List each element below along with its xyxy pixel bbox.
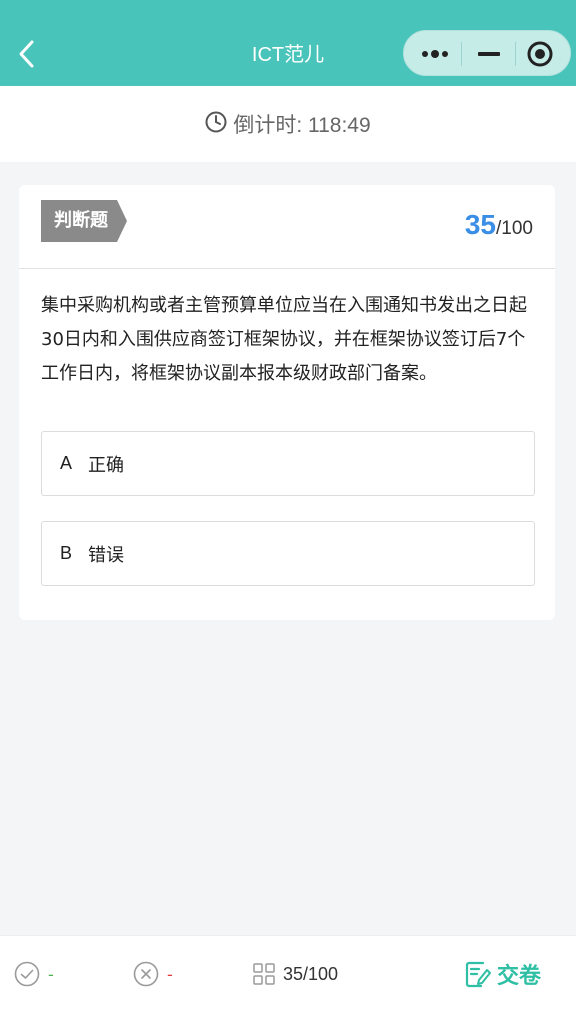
close-target-icon	[527, 41, 553, 67]
total-questions: /100	[496, 218, 533, 239]
current-question-number: 35	[464, 209, 497, 240]
option-text: 错误	[88, 544, 124, 566]
grid-icon	[253, 963, 275, 985]
submit-button[interactable]: 交卷	[465, 936, 541, 1011]
app-header: ICT范儿	[0, 0, 576, 86]
bottom-bar: - - 35/100 交卷	[0, 935, 576, 1011]
wrong-count[interactable]: -	[133, 936, 173, 1011]
question-card: 判断题 35/100 集中采购机构或者主管预算单位应当在入围通知书发出之日起30…	[19, 185, 555, 620]
question-counter: 35/100	[465, 209, 533, 241]
card-divider	[19, 268, 555, 269]
minimize-icon	[478, 52, 500, 56]
answer-sheet-button[interactable]: 35/100	[253, 936, 338, 1011]
question-type-label: 判断题	[54, 210, 108, 231]
submit-label: 交卷	[497, 964, 542, 989]
more-dots-icon	[422, 50, 448, 58]
question-text: 集中采购机构或者主管预算单位应当在入围通知书发出之日起30日内和入围供应商签订框…	[41, 295, 527, 384]
x-circle-icon	[133, 961, 159, 987]
more-button[interactable]	[407, 31, 463, 77]
minimize-button[interactable]	[461, 31, 517, 77]
option-b[interactable]: B 错误	[41, 521, 535, 586]
close-program-button[interactable]	[512, 31, 568, 77]
correct-count[interactable]: -	[14, 936, 54, 1011]
clock-icon	[205, 111, 227, 133]
option-text: 正确	[88, 454, 124, 476]
countdown-text: 倒计时: 118:49	[233, 114, 371, 137]
check-circle-icon	[14, 961, 40, 987]
question-type-badge: 判断题	[41, 200, 127, 242]
wrong-count-value: -	[167, 964, 173, 984]
mini-program-capsule	[403, 30, 571, 76]
countdown-bar: 倒计时: 118:49	[0, 86, 576, 162]
progress-text: 35/100	[283, 963, 339, 984]
option-a[interactable]: A 正确	[41, 431, 535, 496]
correct-count-value: -	[48, 964, 54, 984]
option-letter: A	[60, 453, 73, 473]
option-letter: B	[60, 543, 73, 563]
edit-document-icon	[465, 961, 491, 988]
